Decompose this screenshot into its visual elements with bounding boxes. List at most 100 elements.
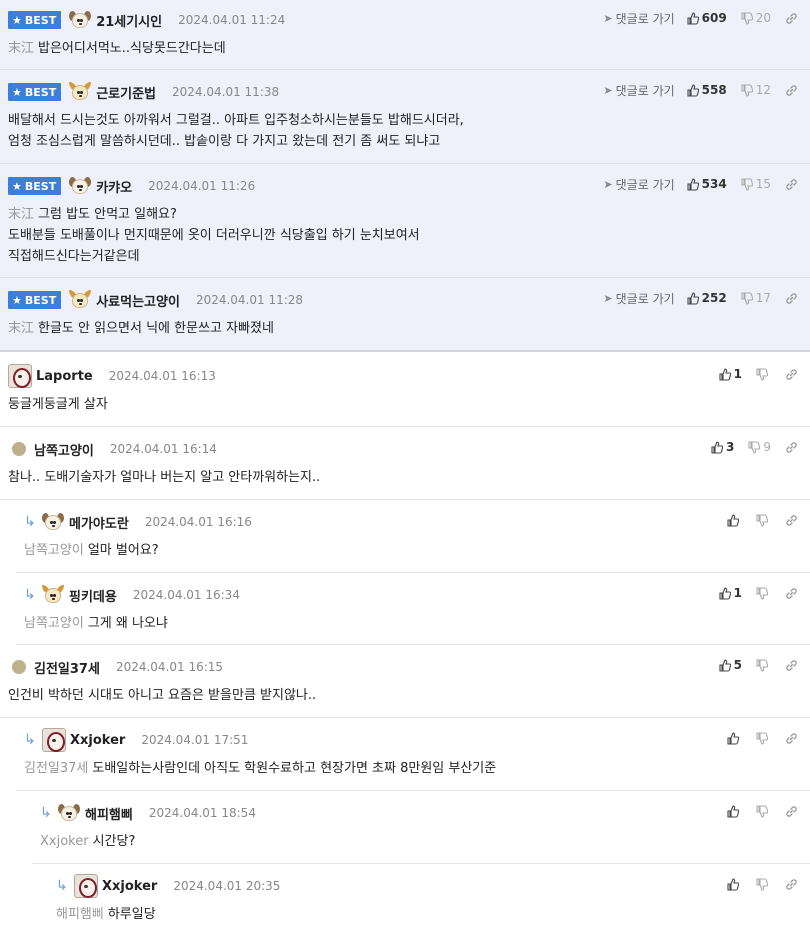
- upvote-button[interactable]: 3: [711, 440, 734, 454]
- avatar[interactable]: [69, 175, 92, 197]
- nickname[interactable]: 핑키데용: [69, 586, 117, 605]
- star-icon: ★: [12, 85, 22, 99]
- reply-arrow-icon: ↳: [56, 878, 68, 894]
- upvote-button[interactable]: 1: [719, 586, 742, 600]
- comment-body: 해피햄삐 하루일당: [56, 907, 156, 922]
- downvote-button[interactable]: [756, 804, 771, 818]
- downvote-button[interactable]: [756, 877, 771, 891]
- downvote-button[interactable]: [756, 513, 771, 527]
- nickname[interactable]: Xxjoker: [102, 879, 157, 894]
- comment-body: 남쪽고양이 얼마 벌어요?: [24, 543, 159, 558]
- link-icon[interactable]: [785, 732, 798, 745]
- link-icon[interactable]: [785, 12, 798, 25]
- thumbs-down-icon: [756, 586, 768, 600]
- mention[interactable]: 남쪽고양이: [24, 616, 84, 631]
- upvote-button[interactable]: 5: [719, 658, 742, 672]
- thumbs-up-icon: [719, 658, 731, 672]
- comment-body: 참나.. 도배기술자가 얼마나 버는지 알고 안타까워하는지..: [8, 470, 321, 485]
- avatar[interactable]: [69, 9, 92, 31]
- upvote-button[interactable]: [727, 731, 742, 745]
- comment-body: 인건비 박하던 시대도 아니고 요즘은 받을만큼 받지않나..: [8, 688, 317, 703]
- avatar[interactable]: [42, 728, 66, 752]
- upvote-button[interactable]: 1: [719, 367, 742, 381]
- avatar[interactable]: [42, 511, 64, 533]
- link-icon[interactable]: [785, 878, 798, 891]
- nickname[interactable]: Xxjoker: [70, 733, 125, 748]
- nickname[interactable]: 카캬오: [96, 177, 132, 196]
- avatar[interactable]: [12, 660, 26, 674]
- go-to-reply-link[interactable]: ➤ 댓글로 가기: [603, 176, 674, 193]
- link-icon[interactable]: [785, 514, 798, 527]
- downvote-button[interactable]: [756, 658, 771, 672]
- nickname[interactable]: 메가야도란: [69, 513, 129, 532]
- upvote-button[interactable]: [727, 513, 742, 527]
- avatar[interactable]: [58, 802, 80, 824]
- go-to-reply-link[interactable]: ➤ 댓글로 가기: [603, 10, 674, 27]
- mention[interactable]: 해피햄삐: [56, 907, 104, 922]
- downvote-button[interactable]: [756, 367, 771, 381]
- comment: 김전일37세 2024.04.01 16:15 5 인건비 박하던 시대도 아니…: [0, 645, 810, 718]
- comment-body: 배달해서 드시는것도 아까워서 그럴걸.. 아파트 입주청소하시는분들도 밥해드…: [8, 113, 464, 149]
- link-icon[interactable]: [785, 587, 798, 600]
- downvote-button[interactable]: 15: [741, 177, 771, 191]
- upvote-button[interactable]: 252: [687, 291, 727, 305]
- mention[interactable]: 末江: [8, 207, 34, 222]
- avatar[interactable]: [69, 289, 92, 311]
- comment-body: 둥글게둥글게 살자: [8, 397, 108, 412]
- mention[interactable]: 末江: [8, 321, 34, 336]
- avatar[interactable]: [8, 364, 32, 388]
- nickname[interactable]: Laporte: [36, 369, 93, 384]
- nickname[interactable]: 사료먹는고양이: [96, 291, 180, 310]
- comment: 남쪽고양이 2024.04.01 16:14 3 9 참나.. 도배기술자가 얼…: [0, 427, 810, 500]
- link-icon[interactable]: [785, 368, 798, 381]
- link-icon[interactable]: [785, 659, 798, 672]
- thumbs-down-icon: [756, 877, 768, 891]
- downvote-button[interactable]: [756, 731, 771, 745]
- downvote-button[interactable]: 12: [741, 83, 771, 97]
- timestamp: 2024.04.01 11:28: [195, 293, 304, 307]
- timestamp: 2024.04.01 17:51: [141, 733, 249, 747]
- avatar[interactable]: [12, 442, 26, 456]
- link-icon[interactable]: [785, 292, 798, 305]
- go-to-reply-link[interactable]: ➤ 댓글로 가기: [603, 82, 674, 99]
- avatar[interactable]: [42, 584, 64, 606]
- avatar[interactable]: [74, 874, 98, 898]
- timestamp: 2024.04.01 20:35: [173, 879, 281, 893]
- link-icon[interactable]: [785, 441, 798, 454]
- downvote-button[interactable]: 9: [748, 440, 771, 454]
- star-icon: ★: [12, 293, 22, 307]
- thumbs-down-icon: [741, 177, 753, 191]
- upvote-button[interactable]: 609: [687, 11, 727, 25]
- downvote-button[interactable]: 20: [741, 11, 771, 25]
- mention[interactable]: Xxjoker: [40, 834, 89, 849]
- nickname[interactable]: 김전일37세: [34, 658, 100, 677]
- best-badge: ★ BEST: [8, 177, 62, 195]
- upvote-button[interactable]: [727, 804, 742, 818]
- timestamp: 2024.04.01 11:26: [148, 179, 256, 193]
- nickname[interactable]: 남쪽고양이: [34, 440, 94, 459]
- upvote-button[interactable]: [727, 877, 742, 891]
- upvote-button[interactable]: 558: [687, 83, 727, 97]
- downvote-button[interactable]: 17: [741, 291, 771, 305]
- mention[interactable]: 김전일37세: [24, 761, 88, 776]
- timestamp: 2024.04.01 16:15: [115, 660, 224, 674]
- link-icon[interactable]: [785, 805, 798, 818]
- reply-comment: ↳ 핑키데용 2024.04.01 16:34 1 남쪽고양이 그게 왜 나오냐: [16, 573, 810, 645]
- comment-body: Xxjoker 시간당?: [40, 834, 136, 849]
- thumbs-up-icon: [727, 731, 739, 745]
- nickname[interactable]: 근로기준법: [96, 83, 156, 102]
- go-to-reply-link[interactable]: ➤ 댓글로 가기: [603, 290, 674, 307]
- downvote-button[interactable]: [756, 586, 771, 600]
- link-icon[interactable]: [785, 178, 798, 191]
- thumbs-up-icon: [711, 440, 723, 454]
- thumbs-down-icon: [756, 658, 768, 672]
- nickname[interactable]: 해피햄삐: [85, 804, 133, 823]
- reply-comment: ↳ Xxjoker 2024.04.01 17:51 김전일37세 도배일하는사람…: [16, 718, 810, 791]
- nickname[interactable]: 21세기시인: [96, 11, 162, 30]
- upvote-button[interactable]: 534: [687, 177, 727, 191]
- mention[interactable]: 末江: [8, 41, 34, 56]
- timestamp: 2024.04.01 18:54: [148, 806, 256, 820]
- avatar[interactable]: [69, 81, 92, 103]
- link-icon[interactable]: [785, 84, 798, 97]
- mention[interactable]: 남쪽고양이: [24, 543, 84, 558]
